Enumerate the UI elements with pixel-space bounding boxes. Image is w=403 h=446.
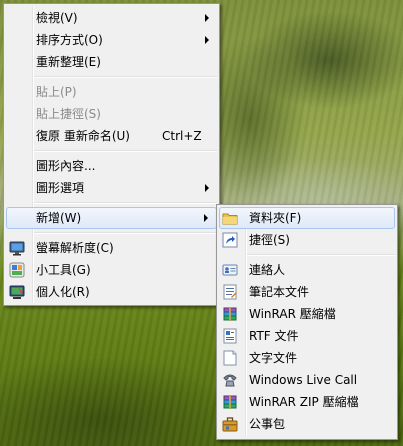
rtf-document-icon	[223, 328, 237, 344]
menu-item-graphics-properties[interactable]: 圖形內容...	[4, 155, 219, 177]
menu-item-label: 公事包	[249, 417, 286, 431]
menu-item-graphics-options[interactable]: 圖形選項	[4, 177, 219, 199]
submenu-item-text-document[interactable]: 文字文件	[217, 347, 397, 369]
submenu-item-folder[interactable]: 資料夾(F)	[219, 207, 395, 229]
menu-item-view[interactable]: 檢視(V)	[4, 7, 219, 29]
submenu-item-shortcut[interactable]: 捷徑(S)	[217, 229, 397, 251]
submenu-item-winrar-archive[interactable]: WinRAR 壓縮檔	[217, 303, 397, 325]
menu-item-label: 文字文件	[249, 351, 298, 365]
menu-item-refresh[interactable]: 重新整理(E)	[4, 51, 219, 73]
menu-item-personalize[interactable]: 個人化(R)	[4, 281, 219, 303]
text-document-icon	[223, 350, 237, 366]
menu-item-label: 貼上捷徑(S)	[36, 107, 101, 121]
menu-item-paste: 貼上(P)	[4, 81, 219, 103]
menu-item-label: 連絡人	[249, 263, 286, 277]
submenu-item-rtf-document[interactable]: RTF 文件	[217, 325, 397, 347]
submenu-arrow-icon	[205, 14, 209, 22]
menu-item-label: 圖形選項	[36, 181, 85, 195]
submenu-arrow-icon	[204, 214, 208, 222]
menu-item-label: 復原 重新命名(U)	[36, 129, 130, 143]
submenu-item-winrar-zip[interactable]: WinRAR ZIP 壓縮檔	[217, 391, 397, 413]
submenu-item-windows-live-call[interactable]: Windows Live Call	[217, 369, 397, 391]
menu-item-shortcut: Ctrl+Z	[162, 129, 202, 143]
menu-item-sort-by[interactable]: 排序方式(O)	[4, 29, 219, 51]
menu-item-label: 捷徑(S)	[249, 233, 290, 247]
menu-separator	[247, 254, 395, 256]
menu-item-label: 排序方式(O)	[36, 33, 103, 47]
menu-item-label: 圖形內容...	[36, 159, 96, 173]
journal-document-icon	[223, 284, 237, 300]
folder-icon	[222, 213, 238, 225]
personalize-icon	[9, 285, 25, 299]
submenu-arrow-icon	[205, 184, 209, 192]
menu-item-label: 資料夾(F)	[249, 211, 302, 225]
submenu-item-contact[interactable]: 連絡人	[217, 259, 397, 281]
menu-item-label: 螢幕解析度(C)	[36, 241, 114, 255]
menu-item-label: 重新整理(E)	[36, 55, 101, 69]
menu-item-label: 新增(W)	[36, 211, 82, 225]
menu-item-label: WinRAR 壓縮檔	[249, 307, 336, 321]
submenu-arrow-icon	[205, 36, 209, 44]
contact-icon	[222, 264, 238, 276]
menu-item-label: 個人化(R)	[36, 285, 90, 299]
shortcut-icon	[222, 232, 238, 248]
submenu-item-journal-document[interactable]: 筆記本文件	[217, 281, 397, 303]
menu-item-new[interactable]: 新增(W)	[6, 207, 217, 229]
menu-item-label: Windows Live Call	[249, 373, 358, 387]
menu-separator	[34, 76, 217, 78]
briefcase-icon	[222, 417, 238, 432]
phone-icon	[223, 374, 237, 387]
menu-item-label: 筆記本文件	[249, 285, 310, 299]
menu-item-paste-shortcut: 貼上捷徑(S)	[4, 103, 219, 125]
winrar-zip-icon	[223, 395, 237, 409]
submenu-item-briefcase[interactable]: 公事包	[217, 413, 397, 435]
monitor-icon	[9, 241, 25, 256]
menu-item-label: 小工具(G)	[36, 263, 91, 277]
desktop-context-menu: 檢視(V) 排序方式(O) 重新整理(E) 貼上(P) 貼上捷徑(S) 復原 重…	[3, 3, 220, 306]
menu-separator	[34, 232, 217, 234]
menu-item-label: WinRAR ZIP 壓縮檔	[249, 395, 359, 409]
menu-item-label: 檢視(V)	[36, 11, 78, 25]
menu-item-gadgets[interactable]: 小工具(G)	[4, 259, 219, 281]
new-submenu: 資料夾(F) 捷徑(S) 連絡人 筆記本文件 WinRAR 壓縮檔 RTF 文件…	[216, 204, 398, 440]
gadgets-icon	[9, 262, 25, 278]
menu-item-label: 貼上(P)	[36, 85, 77, 99]
menu-item-undo-rename[interactable]: 復原 重新命名(U) Ctrl+Z	[4, 125, 219, 147]
menu-separator	[34, 150, 217, 152]
menu-separator	[34, 202, 217, 204]
menu-item-label: RTF 文件	[249, 329, 299, 343]
winrar-archive-icon	[223, 307, 237, 321]
menu-item-screen-resolution[interactable]: 螢幕解析度(C)	[4, 237, 219, 259]
